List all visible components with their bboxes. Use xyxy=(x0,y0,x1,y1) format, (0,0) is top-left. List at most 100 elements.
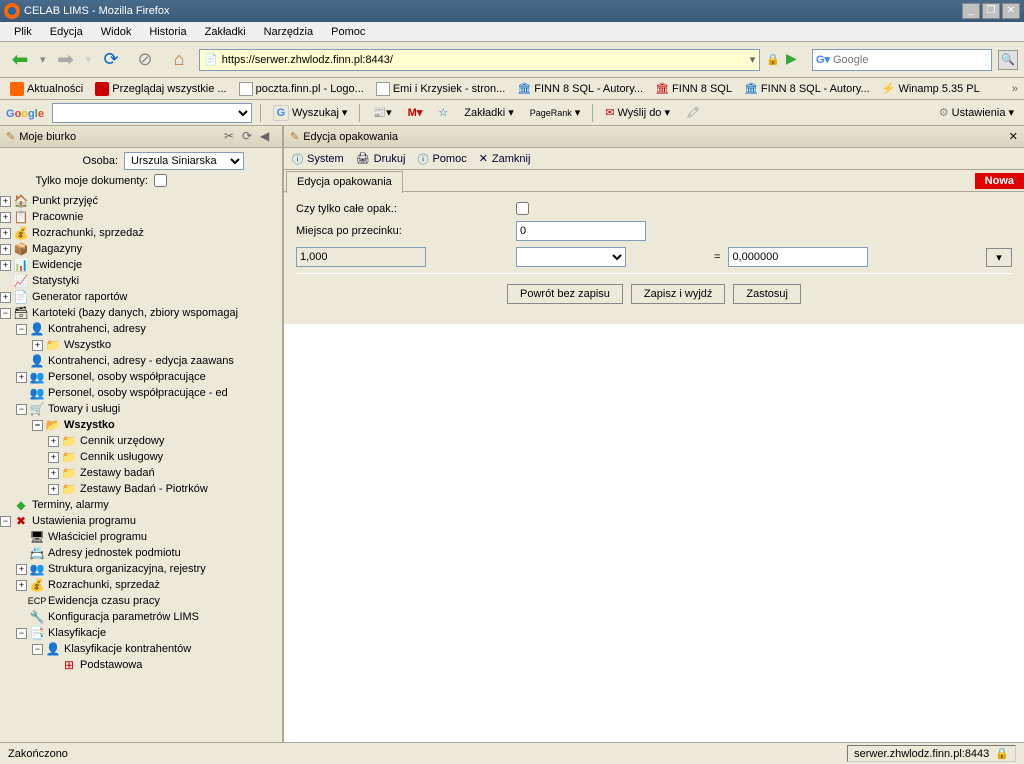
bookmarks-overflow-icon[interactable]: » xyxy=(1012,83,1018,95)
cut-icon[interactable]: ✂ xyxy=(224,129,240,145)
mydocs-checkbox[interactable] xyxy=(154,174,167,187)
stop-button[interactable]: ⊘ xyxy=(131,46,159,74)
google-news-icon[interactable]: 📰▾ xyxy=(368,104,395,121)
menu-file[interactable]: Plik xyxy=(6,24,40,40)
tree-node-personel[interactable]: +👥Personel, osoby współpracujące xyxy=(0,369,282,385)
url-dropdown-icon[interactable]: ▾ xyxy=(750,53,756,66)
tree-node-zestawy[interactable]: +📁Zestawy badań xyxy=(0,465,282,481)
tree-node-kontrahenci-ed[interactable]: 👤Kontrahenci, adresy - edycja zaawans xyxy=(0,353,282,369)
menu-tools[interactable]: Narzędzia xyxy=(256,24,322,40)
tree-node-struktura[interactable]: +👥Struktura organizacyjna, rejestry xyxy=(0,561,282,577)
menu-edit[interactable]: Edycja xyxy=(42,24,91,40)
tree-node-podstawowa[interactable]: ⊞Podstawowa xyxy=(0,657,282,673)
forward-button: ➡ xyxy=(52,46,80,74)
tree-node-statystyki[interactable]: 📈Statystyki xyxy=(0,273,282,289)
bookmark-finn3[interactable]: 🏛FINN 8 SQL - Autory... xyxy=(740,80,874,97)
bookmark-przegladaj[interactable]: Przeglądaj wszystkie ... xyxy=(91,80,230,98)
tree-node-kartoteki[interactable]: −🗃Kartoteki (bazy danych, zbiory wspomag… xyxy=(0,305,282,321)
tree-node-generator[interactable]: +📄Generator raportów xyxy=(0,289,282,305)
menu-view[interactable]: Widok xyxy=(93,24,140,40)
rss-icon xyxy=(10,82,24,96)
tree-node-klasyfikacje-k[interactable]: −👤Klasyfikacje kontrahentów xyxy=(0,641,282,657)
menu-history[interactable]: Historia xyxy=(141,24,194,40)
toolbar-close[interactable]: ✕Zamknij xyxy=(479,152,531,165)
tree-node-adresy[interactable]: 📇Adresy jednostek podmiotu xyxy=(0,545,282,561)
apply-button[interactable]: Zastosuj xyxy=(733,284,801,304)
search-input[interactable] xyxy=(831,54,989,66)
google-settings-menu[interactable]: ⚙Ustawienia▾ xyxy=(935,104,1018,121)
url-bar[interactable]: 📄 ▾ xyxy=(199,49,760,71)
tree-node-ewidencja-czasu[interactable]: ECPEwidencja czasu pracy xyxy=(0,593,282,609)
sidebar-controls: Osoba: Urszula Siniarska Tylko moje doku… xyxy=(0,148,282,191)
bookmark-poczta[interactable]: poczta.finn.pl - Logo... xyxy=(235,80,368,98)
go-button[interactable]: ▶ xyxy=(786,50,806,70)
google-search-field[interactable] xyxy=(52,103,252,123)
cancel-button[interactable]: Powrót bez zapisu xyxy=(507,284,623,304)
url-input[interactable] xyxy=(222,54,746,66)
tree-node-pracownie[interactable]: +📋Pracownie xyxy=(0,209,282,225)
toolbar-system[interactable]: ⓘSystem xyxy=(292,151,344,167)
refresh-icon[interactable]: ⟳ xyxy=(242,129,258,145)
tree-node-konfiguracja[interactable]: 🔧Konfiguracja parametrów LIMS xyxy=(0,609,282,625)
minimize-button[interactable]: _ xyxy=(962,3,980,19)
checkbox-whole-only[interactable] xyxy=(516,202,529,215)
tree-node-cennik-urz[interactable]: +📁Cennik urzędowy xyxy=(0,433,282,449)
google-star-icon[interactable]: ☆ xyxy=(434,104,452,121)
input-result[interactable] xyxy=(728,247,868,267)
tree-node-cennik-usl[interactable]: +📁Cennik usługowy xyxy=(0,449,282,465)
bookmark-finn2[interactable]: 🏛FINN 8 SQL xyxy=(651,80,736,97)
back-button[interactable]: ⬅ xyxy=(6,46,34,74)
tree-node-towary[interactable]: −🛒Towary i usługi xyxy=(0,401,282,417)
doc-icon xyxy=(376,82,390,96)
back-dropdown-icon[interactable]: ▾ xyxy=(40,53,46,66)
tab-row: Edycja opakowania Nowa xyxy=(284,170,1024,192)
reload-button[interactable]: ⟳ xyxy=(97,46,125,74)
toolbar-print[interactable]: 🖨Drukuj xyxy=(356,152,406,165)
google-highlight-icon[interactable]: 🖍 xyxy=(682,104,704,121)
bookmark-emi[interactable]: Emi i Krzysiek - stron... xyxy=(372,80,509,98)
menu-bookmarks[interactable]: Zakładki xyxy=(197,24,254,40)
status-text: Zakończono xyxy=(8,748,68,760)
tab-edycja[interactable]: Edycja opakowania xyxy=(286,171,403,193)
close-panel-icon[interactable]: ✕ xyxy=(1009,130,1018,143)
bookmark-winamp[interactable]: ⚡Winamp 5.35 PL xyxy=(878,80,984,97)
tree-node-kontrahenci[interactable]: −👤Kontrahenci, adresy xyxy=(0,321,282,337)
google-search-menu[interactable]: GWyszukaj▾ xyxy=(269,103,352,123)
gmail-icon[interactable]: M▾ xyxy=(404,104,427,121)
save-close-button[interactable]: Zapisz i wyjdź xyxy=(631,284,725,304)
search-box[interactable]: G▾ xyxy=(812,49,992,71)
close-icon: ✕ xyxy=(479,152,488,165)
tree-node-klasyfikacje[interactable]: −📑Klasyfikacje xyxy=(0,625,282,641)
close-window-button[interactable]: ✕ xyxy=(1002,3,1020,19)
tree-node-ewidencje[interactable]: +📊Ewidencje xyxy=(0,257,282,273)
restore-button[interactable]: ❐ xyxy=(982,3,1000,19)
google-send-menu[interactable]: ✉Wyślij do▾ xyxy=(601,104,674,121)
pagerank-button[interactable]: PageRank▾ xyxy=(526,104,585,121)
tree-node-punkt[interactable]: +🏠Punkt przyjęć xyxy=(0,193,282,209)
menu-help[interactable]: Pomoc xyxy=(323,24,373,40)
google-search-icon[interactable]: G▾ xyxy=(815,52,831,68)
tree-node-rozrachunki2[interactable]: +💰Rozrachunki, sprzedaż xyxy=(0,577,282,593)
collapse-icon[interactable]: ◀ xyxy=(260,129,276,145)
tree-node-zestawy-p[interactable]: +📁Zestawy Badań - Piotrków xyxy=(0,481,282,497)
bookmark-finn1[interactable]: 🏛FINN 8 SQL - Autory... xyxy=(513,80,647,97)
tree-node-terminy[interactable]: ◆Terminy, alarmy xyxy=(0,497,282,513)
dropdown-button[interactable]: ▾ xyxy=(986,248,1012,267)
content-title: Edycja opakowania xyxy=(303,131,398,143)
home-button[interactable]: ⌂ xyxy=(165,46,193,74)
tree-node-wlasciciel[interactable]: 🖥Właściciel programu xyxy=(0,529,282,545)
tree-node-rozrachunki[interactable]: +💰Rozrachunki, sprzedaż xyxy=(0,225,282,241)
bookmark-aktualnosci[interactable]: Aktualności xyxy=(6,80,87,98)
person-select[interactable]: Urszula Siniarska xyxy=(124,152,244,170)
select-unit[interactable] xyxy=(516,247,626,267)
tree-node-kontrahenci-wszystko[interactable]: +📁Wszystko xyxy=(0,337,282,353)
toolbar-help[interactable]: ⓘPomoc xyxy=(417,151,466,167)
tree-node-magazyny[interactable]: +📦Magazyny xyxy=(0,241,282,257)
input-decimals[interactable] xyxy=(516,221,646,241)
search-button[interactable]: 🔍 xyxy=(998,50,1018,70)
sidebar-title: Moje biurko xyxy=(19,131,76,143)
google-bookmarks-menu[interactable]: Zakładki▾ xyxy=(460,104,518,121)
tree-node-ustawienia[interactable]: −✖Ustawienia programu xyxy=(0,513,282,529)
tree-node-towary-wszystko[interactable]: −📂Wszystko xyxy=(0,417,282,433)
tree-node-personel-ed[interactable]: 👥Personel, osoby współpracujące - ed xyxy=(0,385,282,401)
